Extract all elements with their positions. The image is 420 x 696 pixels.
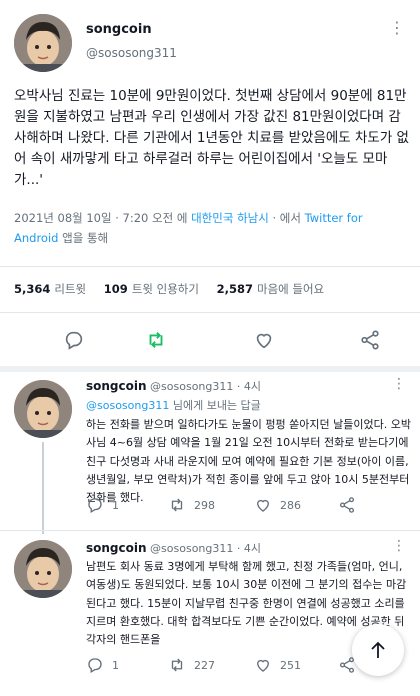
location-link[interactable]: 대한민국 하남시 (191, 211, 269, 225)
via-prefix: · 에서 (268, 211, 305, 225)
handle[interactable]: @sososong311 (150, 542, 233, 555)
arrow-up-icon (371, 641, 385, 658)
reply-icon (88, 658, 102, 673)
reply-count: 1 (112, 658, 119, 672)
like-button[interactable]: 251 (254, 656, 301, 674)
retweet-icon[interactable] (142, 326, 170, 354)
display-name[interactable]: songcoin (86, 22, 152, 37)
display-name[interactable]: songcoin (86, 379, 147, 393)
reply-count: 1 (112, 498, 119, 512)
like-count: 251 (280, 658, 301, 672)
avatar[interactable] (14, 540, 72, 598)
share-icon (339, 497, 355, 513)
divider (0, 312, 420, 313)
reply-tweet[interactable]: songcoin @sososong311 · 4시 ⋮ @sososong31… (0, 372, 420, 534)
likes-stat[interactable]: 2,587 마음에 들어요 (217, 282, 325, 296)
heart-icon (257, 659, 269, 672)
retweets-stat[interactable]: 5,364 리트윗 (14, 282, 86, 296)
avatar[interactable] (14, 380, 72, 438)
quotes-stat[interactable]: 109 트윗 인용하기 (104, 282, 199, 296)
child-avatar-image (14, 540, 72, 598)
child-avatar-image (14, 14, 72, 72)
retweet-icon (171, 658, 183, 672)
tweet-stats: 5,364 리트윗 109 트윗 인용하기 2,587 마음에 들어요 (14, 281, 338, 297)
reply-header: songcoin @sososong311 · 4시 (86, 540, 261, 556)
via-suffix: 앱을 통해 (58, 231, 109, 245)
avatar[interactable] (14, 14, 72, 72)
mention-link[interactable]: @sososong311 (86, 399, 169, 412)
display-name[interactable]: songcoin (86, 541, 147, 555)
replying-to: @sososong311 님에게 보내는 답글 (86, 399, 261, 412)
more-vertical-icon[interactable]: ⋮ (392, 538, 406, 554)
timestamp: 2021년 08월 10일 · 7:20 오전 에 (14, 211, 192, 225)
like-count: 286 (280, 498, 301, 512)
main-tweet: songcoin @sososong311 ⋮ 오박사님 진료는 10분에 9만… (0, 0, 420, 365)
divider (0, 266, 420, 267)
more-vertical-icon[interactable]: ⋮ (392, 376, 406, 392)
reply-text: 하는 전화를 받으며 일하다가도 눈물이 펑펑 쏟아지던 날들이었다. 오박사님… (86, 418, 411, 505)
reply-header: songcoin @sososong311 · 4시 (86, 378, 261, 394)
reply-button[interactable]: 1 (86, 656, 119, 674)
retweet-count: 227 (194, 658, 215, 672)
handle[interactable]: @sososong311 (150, 380, 233, 393)
child-avatar-image (14, 380, 72, 438)
retweet-count: 298 (194, 498, 215, 512)
tweet-body: 오박사님 진료는 10분에 9만원이었다. 첫번째 상담에서 90분에 81만원… (14, 88, 409, 188)
tweet-actions (0, 322, 420, 358)
tweet-meta: 2021년 08월 10일 · 7:20 오전 에 대한민국 하남시 · 에서 … (14, 208, 410, 248)
share-button[interactable] (338, 496, 356, 514)
thread-line (42, 442, 44, 534)
retweet-button[interactable]: 227 (168, 656, 215, 674)
handle[interactable]: @sososong311 (86, 46, 177, 60)
reply-button[interactable]: 1 (86, 496, 119, 514)
retweet-button[interactable]: 298 (168, 496, 215, 514)
reply-time: · 4시 (236, 380, 262, 393)
reply-icon (88, 498, 102, 513)
more-horizontal-icon[interactable]: ⋮ (389, 18, 406, 37)
heart-icon (257, 499, 269, 512)
reply-tweet[interactable]: songcoin @sososong311 · 4시 ⋮ 남편도 회사 동료 3… (0, 532, 420, 696)
reply-actions: 1 298 286 (86, 496, 412, 520)
reply-icon[interactable] (60, 326, 88, 354)
reply-time: · 4시 (236, 542, 262, 555)
scroll-top-button[interactable] (352, 624, 404, 676)
retweet-icon (171, 498, 183, 512)
share-icon[interactable] (356, 326, 384, 354)
heart-icon[interactable] (250, 326, 278, 354)
like-button[interactable]: 286 (254, 496, 301, 514)
divider (0, 530, 420, 531)
